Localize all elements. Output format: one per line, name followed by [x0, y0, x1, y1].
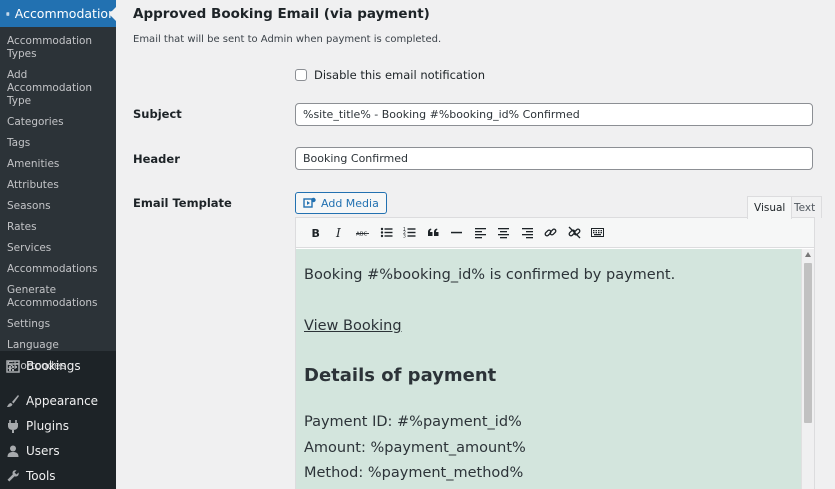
quote-icon — [427, 228, 439, 236]
align-left-button[interactable] — [469, 222, 493, 244]
sidebar-item-add-accommodation-type[interactable]: Add Accommodation Type — [0, 69, 116, 108]
disable-notification-label[interactable]: Disable this email notification — [314, 68, 485, 82]
link-icon — [544, 228, 557, 237]
align-left-icon — [474, 228, 486, 239]
section-title: Approved Booking Email (via payment) — [133, 6, 430, 22]
section-description: Email that will be sent to Admin when pa… — [133, 34, 442, 45]
svg-text:I: I — [335, 226, 341, 239]
align-right-icon — [521, 228, 533, 239]
horizontal-line-icon — [451, 231, 463, 234]
view-booking-link[interactable]: View Booking — [304, 318, 402, 334]
bold-button[interactable]: B — [304, 222, 328, 244]
sidebar-item-accommodations[interactable]: Accommodations — [0, 263, 116, 276]
remove-link-button[interactable] — [563, 222, 587, 244]
sidebar-item-appearance-label: Appearance — [26, 393, 99, 408]
scroll-up-arrow-icon[interactable] — [805, 252, 811, 257]
sidebar-item-generate-accommodations[interactable]: Generate Accommodations — [0, 284, 116, 310]
disable-notification-checkbox[interactable] — [295, 69, 307, 81]
sidebar-item-bookings-label: Bookings — [26, 359, 81, 373]
toolbar-toggle-button[interactable] — [586, 222, 610, 244]
menu-accommodation[interactable]: Accommodation — [0, 0, 116, 27]
content-payment-id: Payment ID: #%payment_id% — [304, 414, 522, 430]
sidebar-item-settings[interactable]: Settings — [0, 318, 116, 331]
bullet-list-button[interactable] — [375, 222, 399, 244]
insert-link-button[interactable] — [539, 222, 563, 244]
subject-label: Subject — [133, 107, 182, 121]
align-center-icon — [498, 228, 510, 239]
paintbrush-icon — [7, 394, 19, 407]
svg-text:B: B — [312, 227, 320, 239]
bold-icon: B — [312, 227, 320, 239]
calendar-icon — [6, 360, 20, 373]
content-heading: Details of payment — [304, 365, 497, 386]
header-input[interactable]: Booking Confirmed — [295, 147, 813, 170]
bullet-list-icon — [380, 227, 393, 238]
sidebar-item-amenities[interactable]: Amenities — [0, 158, 116, 171]
numbered-list-icon: 123 — [403, 227, 416, 240]
add-media-button[interactable]: Add Media — [295, 192, 387, 214]
blockquote-button[interactable] — [422, 222, 446, 244]
content-method: Method: %payment_method% — [304, 465, 524, 481]
strikethrough-icon: ABC — [356, 232, 370, 238]
sidebar-item-seasons[interactable]: Seasons — [0, 200, 116, 213]
keyboard-icon — [591, 228, 605, 237]
sidebar-item-users[interactable]: Users — [0, 438, 116, 463]
editor-toolbar: B I ABC 123 — [296, 218, 814, 248]
strikethrough-button[interactable]: ABC — [351, 222, 375, 244]
content-amount: Amount: %payment_amount% — [304, 440, 526, 456]
sidebar-item-tags[interactable]: Tags — [0, 137, 116, 150]
sidebar-item-plugins-label: Plugins — [26, 418, 69, 433]
wrench-icon — [7, 469, 19, 481]
email-template-label: Email Template — [133, 196, 232, 210]
tab-visual[interactable]: Visual — [747, 196, 793, 219]
building-icon — [6, 11, 10, 16]
accommodation-submenu: Accommodation Types Add Accommodation Ty… — [0, 27, 116, 372]
admin-sidebar: Accommodation Accommodation Types Add Ac… — [0, 0, 116, 489]
align-center-button[interactable] — [492, 222, 516, 244]
sidebar-item-services[interactable]: Services — [0, 242, 116, 255]
sidebar-item-categories[interactable]: Categories — [0, 116, 116, 129]
plug-icon — [8, 419, 18, 433]
numbered-list-button[interactable]: 123 — [398, 222, 422, 244]
sidebar-item-plugins[interactable]: Plugins — [0, 413, 116, 438]
sidebar-item-users-label: Users — [26, 443, 60, 458]
align-right-button[interactable] — [516, 222, 540, 244]
email-template-editor: B I ABC 123 Booking #%booking_id% is con… — [295, 217, 815, 489]
italic-icon: I — [335, 226, 341, 239]
sidebar-item-bookings[interactable]: Bookings — [0, 351, 116, 381]
unlink-icon — [568, 226, 581, 239]
media-icon — [303, 197, 316, 208]
header-label: Header — [133, 152, 180, 166]
editor-scrollbar[interactable] — [801, 249, 814, 489]
sidebar-item-attributes[interactable]: Attributes — [0, 179, 116, 192]
horizontal-line-button[interactable] — [445, 222, 469, 244]
italic-button[interactable]: I — [328, 222, 352, 244]
add-media-label: Add Media — [321, 196, 379, 210]
sidebar-item-tools[interactable]: Tools — [0, 463, 116, 488]
content-confirmation-text: Booking #%booking_id% is confirmed by pa… — [304, 267, 676, 283]
sidebar-item-accommodation-types[interactable]: Accommodation Types — [0, 35, 116, 61]
sidebar-item-appearance[interactable]: Appearance — [0, 388, 116, 413]
disable-notification-row: Disable this email notification — [295, 68, 485, 82]
sidebar-item-rates[interactable]: Rates — [0, 221, 116, 234]
sidebar-item-tools-label: Tools — [26, 468, 56, 483]
user-icon — [7, 445, 19, 457]
svg-text:ABC: ABC — [356, 232, 367, 238]
scrollbar-thumb[interactable] — [804, 263, 812, 423]
editor-content[interactable]: Booking #%booking_id% is confirmed by pa… — [296, 249, 802, 489]
subject-input[interactable]: %site_title% - Booking #%booking_id% Con… — [295, 103, 813, 126]
menu-accommodation-label: Accommodation — [14, 6, 116, 21]
svg-text:3: 3 — [403, 234, 406, 240]
